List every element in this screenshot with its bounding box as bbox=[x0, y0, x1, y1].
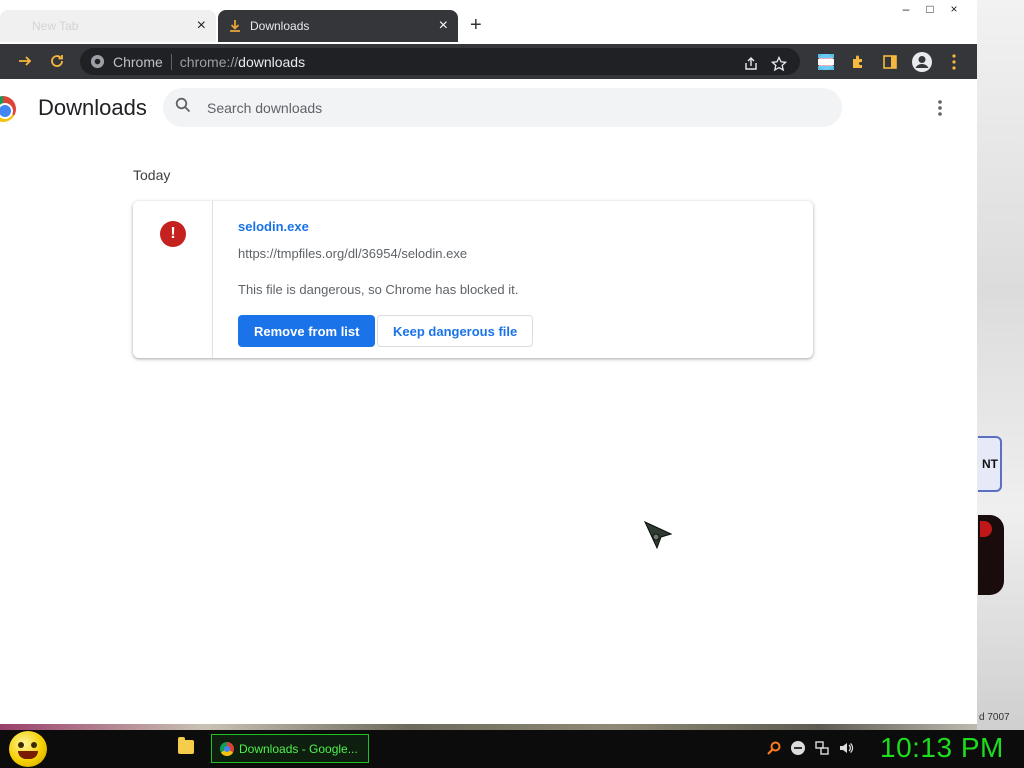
chrome-logo-icon bbox=[0, 96, 16, 122]
browser-window: New Tab × Downloads × + – □ × Chrome chr… bbox=[0, 0, 977, 724]
url-path: downloads bbox=[238, 53, 306, 70]
tab-downloads[interactable]: Downloads × bbox=[218, 10, 458, 42]
new-tab-favicon-icon bbox=[10, 19, 24, 33]
tab-new-tab[interactable]: New Tab × bbox=[0, 10, 216, 42]
more-actions-icon[interactable] bbox=[930, 97, 950, 119]
date-group-label: Today bbox=[133, 167, 171, 183]
taskbar-item-chrome[interactable]: Downloads - Google... bbox=[211, 734, 369, 763]
tab-title: New Tab bbox=[32, 19, 79, 33]
maximize-icon[interactable]: □ bbox=[921, 2, 939, 16]
file-status-text: This file is dangerous, so Chrome has bl… bbox=[238, 282, 519, 297]
kebab-menu-icon[interactable] bbox=[941, 49, 967, 75]
omnibox-actions bbox=[743, 56, 787, 72]
desktop-decoration bbox=[978, 515, 1004, 595]
window-controls: – □ × bbox=[897, 2, 963, 16]
search-tray-icon[interactable] bbox=[766, 740, 782, 756]
chrome-logo-icon bbox=[90, 54, 105, 69]
share-icon[interactable] bbox=[743, 56, 759, 72]
new-tab-plus-icon[interactable]: + bbox=[470, 14, 482, 37]
browser-toolbar: Chrome chrome://downloads bbox=[0, 44, 977, 79]
download-favicon-icon bbox=[228, 19, 242, 33]
minimize-icon[interactable]: – bbox=[897, 2, 915, 16]
tab-title: Downloads bbox=[250, 19, 310, 33]
desktop-badge: NT bbox=[978, 436, 1002, 492]
close-window-icon[interactable]: × bbox=[945, 2, 963, 16]
desktop-text: d 7007 bbox=[979, 712, 1010, 723]
search-input[interactable] bbox=[207, 99, 807, 116]
tab-strip: New Tab × Downloads × + – □ × bbox=[0, 0, 977, 44]
remove-from-list-button[interactable]: Remove from list bbox=[238, 315, 376, 347]
star-icon[interactable] bbox=[771, 56, 787, 72]
taskbar-item-label: Downloads - Google... bbox=[239, 741, 358, 756]
file-icon-column: ! bbox=[133, 201, 213, 358]
folder-icon[interactable] bbox=[178, 737, 194, 754]
url-text: chrome://downloads bbox=[180, 54, 305, 70]
extension-flag-icon[interactable] bbox=[813, 49, 839, 75]
reload-icon[interactable] bbox=[42, 46, 72, 76]
system-tray bbox=[766, 740, 854, 756]
site-chip-label: Chrome bbox=[113, 53, 163, 70]
puzzle-icon[interactable] bbox=[845, 49, 871, 75]
taskbar: Downloads - Google... 10:13 PM bbox=[0, 730, 1024, 768]
volume-icon[interactable] bbox=[838, 740, 854, 756]
side-panel-icon[interactable] bbox=[877, 49, 903, 75]
address-bar[interactable]: Chrome chrome://downloads bbox=[80, 48, 800, 75]
download-item-card: ! selodin.exe https://tmpfiles.org/dl/36… bbox=[133, 201, 813, 358]
network-icon[interactable] bbox=[814, 740, 830, 756]
chrome-logo-icon bbox=[220, 741, 234, 756]
danger-icon: ! bbox=[160, 221, 186, 247]
downloads-header: Downloads bbox=[0, 79, 977, 137]
file-source-url[interactable]: https://tmpfiles.org/dl/36954/selodin.ex… bbox=[238, 246, 467, 261]
url-scheme: chrome:// bbox=[179, 53, 239, 70]
taskbar-clock[interactable]: 10:13 PM bbox=[880, 732, 1004, 764]
search-icon bbox=[175, 97, 191, 118]
forward-arrow-icon[interactable] bbox=[10, 46, 40, 76]
page-title: Downloads bbox=[38, 95, 147, 120]
minus-circle-icon[interactable] bbox=[790, 740, 806, 756]
mouse-cursor-icon bbox=[644, 521, 672, 550]
toolbar-right bbox=[813, 44, 977, 79]
start-button-smiley-icon[interactable] bbox=[9, 731, 47, 767]
downloads-page: Downloads Today ! selodin.exe https://tm… bbox=[0, 79, 977, 724]
site-chip[interactable]: Chrome bbox=[90, 54, 163, 70]
omnibox-divider bbox=[170, 53, 172, 70]
keep-dangerous-file-button[interactable]: Keep dangerous file bbox=[377, 315, 534, 347]
avatar-icon[interactable] bbox=[909, 49, 935, 75]
file-name-link[interactable]: selodin.exe bbox=[238, 219, 309, 234]
close-tab-icon[interactable]: × bbox=[439, 18, 448, 34]
desktop-background-strip bbox=[977, 0, 1024, 730]
close-tab-icon[interactable]: × bbox=[197, 18, 206, 34]
search-box[interactable] bbox=[163, 88, 842, 127]
